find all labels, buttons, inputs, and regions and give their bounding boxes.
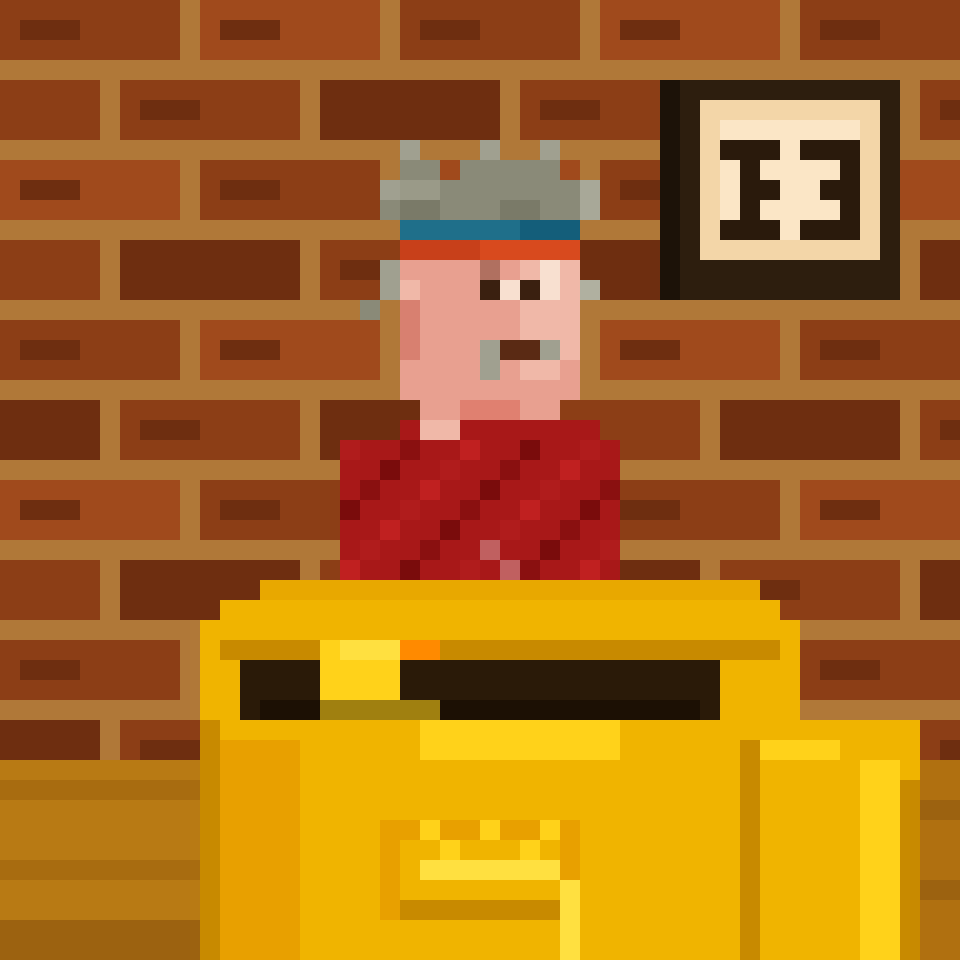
brick bbox=[0, 80, 100, 140]
plaid-cell bbox=[500, 460, 520, 480]
brick-shade bbox=[940, 740, 960, 760]
plaid-cell bbox=[580, 560, 600, 580]
plaid-cell bbox=[520, 440, 540, 460]
wall-sign bbox=[660, 80, 900, 300]
brick-shade bbox=[940, 100, 960, 120]
brick-shade bbox=[20, 500, 80, 520]
brick-shade bbox=[20, 20, 80, 40]
plaid-cell bbox=[380, 520, 400, 540]
brick-shade bbox=[140, 740, 200, 760]
plaid-cell bbox=[480, 480, 500, 500]
brick-shade bbox=[220, 20, 280, 40]
brick-shade bbox=[140, 580, 200, 600]
plaid-cell bbox=[460, 500, 480, 520]
plaid-cell bbox=[340, 560, 360, 580]
brick-shade bbox=[820, 500, 880, 520]
brick-shade bbox=[20, 660, 80, 680]
brick-shade bbox=[220, 180, 280, 200]
plaid-cell bbox=[340, 440, 360, 460]
plaid-cell bbox=[380, 460, 400, 480]
crown-icon bbox=[380, 140, 600, 220]
plaid-cell bbox=[400, 500, 420, 520]
brick bbox=[0, 400, 100, 460]
plaid-cell bbox=[360, 480, 380, 500]
plaid-cell bbox=[440, 520, 460, 540]
game-scene bbox=[0, 0, 960, 960]
brick-shade bbox=[140, 100, 200, 120]
brick-shade bbox=[820, 340, 880, 360]
brick-shade bbox=[540, 100, 600, 120]
plaid-cell bbox=[580, 440, 600, 460]
plaid-cell bbox=[520, 500, 540, 520]
brick bbox=[0, 560, 100, 620]
plaid-cell bbox=[580, 500, 600, 520]
crown-emblem bbox=[380, 820, 580, 920]
plaid-cell bbox=[440, 460, 460, 480]
plaid-cell bbox=[420, 480, 440, 500]
plaid-cell bbox=[600, 540, 620, 560]
plaid-cell bbox=[340, 500, 360, 520]
brick-shade bbox=[20, 340, 80, 360]
plaid-cell bbox=[600, 480, 620, 500]
brick-shade bbox=[940, 580, 960, 600]
brick-shade bbox=[940, 420, 960, 440]
plaid-cell bbox=[560, 460, 580, 480]
brick-shade bbox=[220, 500, 280, 520]
plaid-cell bbox=[540, 480, 560, 500]
plaid-cell bbox=[540, 540, 560, 560]
brick-shade bbox=[220, 340, 280, 360]
brick bbox=[0, 240, 100, 300]
brick-shade bbox=[140, 260, 200, 280]
plaid-cell bbox=[360, 540, 380, 560]
brick-shade bbox=[20, 180, 80, 200]
plaid-cell bbox=[400, 440, 420, 460]
brick-shade bbox=[140, 420, 200, 440]
brick-shade bbox=[820, 20, 880, 40]
brick-shade bbox=[340, 100, 400, 120]
plaid-cell bbox=[520, 560, 540, 580]
plaid-cell bbox=[400, 560, 420, 580]
brick-shade bbox=[940, 260, 960, 280]
brick-shade bbox=[420, 20, 480, 40]
plaid-cell bbox=[420, 540, 440, 560]
plaid-cell bbox=[560, 520, 580, 540]
plaid-cell bbox=[500, 520, 520, 540]
plaid-cell bbox=[460, 440, 480, 460]
plaid-cell bbox=[460, 560, 480, 580]
brick-shade bbox=[740, 420, 800, 440]
brick-shade bbox=[620, 20, 680, 40]
golden-counter bbox=[200, 580, 920, 960]
